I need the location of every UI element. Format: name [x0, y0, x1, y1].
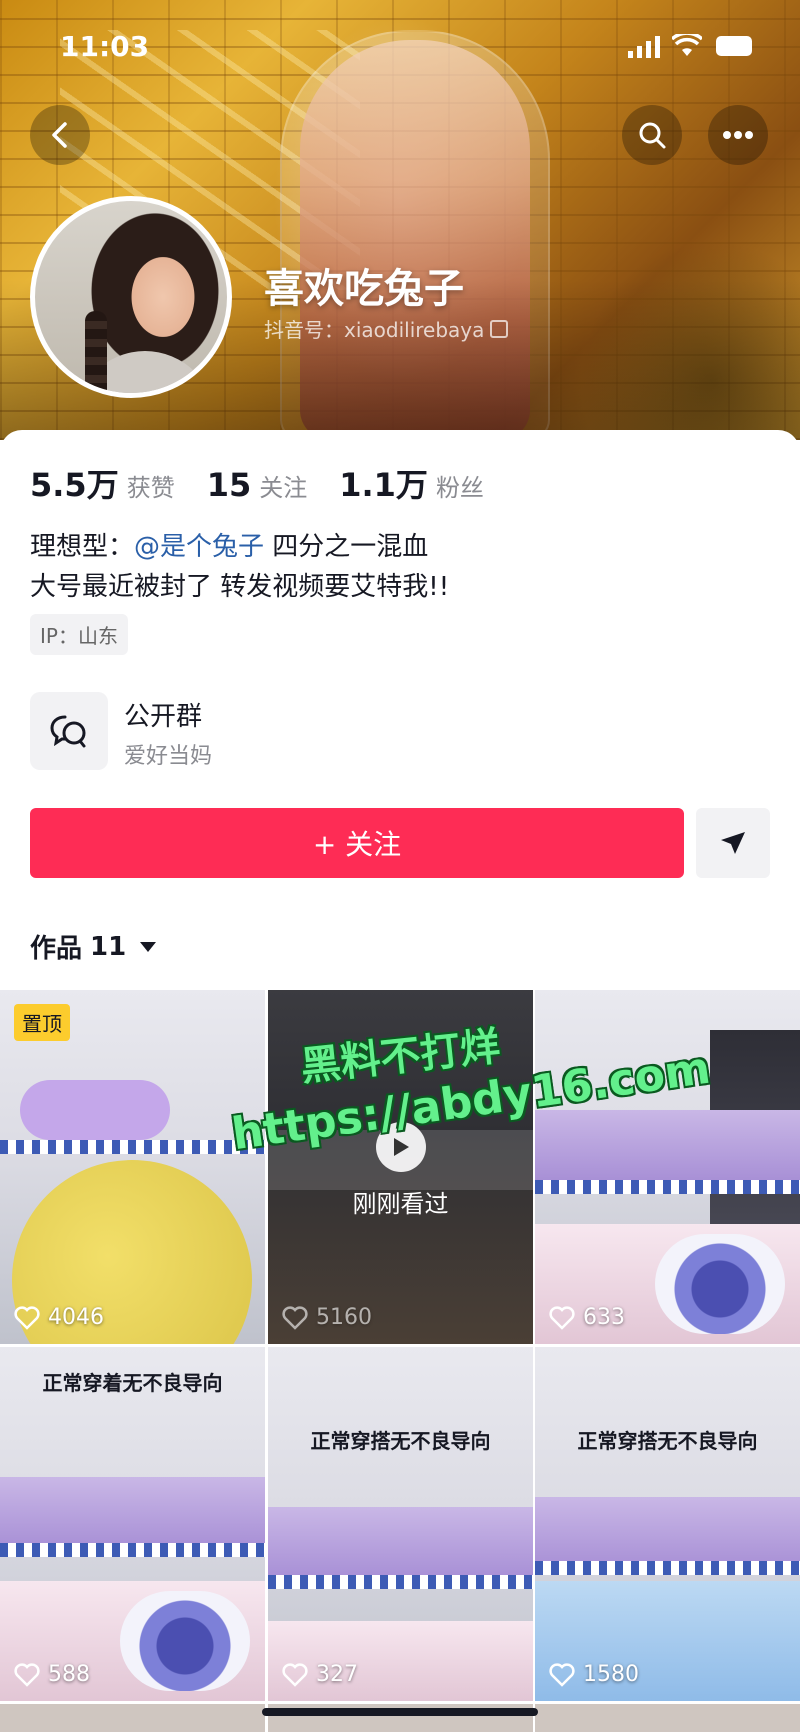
recently-viewed-label: 刚刚看过 [352, 1190, 449, 1218]
avatar-braid [85, 311, 107, 393]
video-likes: 327 [282, 1662, 358, 1687]
video-likes: 5160 [282, 1305, 372, 1330]
profile-id: 抖音号：xiaodilirebaya [264, 318, 485, 342]
share-button[interactable] [696, 808, 770, 878]
heart-icon [14, 1662, 40, 1687]
wifi-icon [672, 34, 702, 56]
profile-name: 喜欢吃兔子 [264, 266, 464, 312]
status-bar: 11:03 [0, 26, 800, 66]
stat-likes[interactable]: 5.5万 获赞 [30, 460, 175, 506]
more-dots-icon [723, 131, 753, 139]
stat-following[interactable]: 15 关注 [207, 466, 308, 504]
bio-prefix: 理想型： [30, 532, 135, 562]
signal-icon [628, 36, 660, 58]
video-likes: 4046 [14, 1305, 104, 1330]
status-time: 11:03 [60, 30, 150, 63]
bio-line-1: 理想型：@是个兔子 四分之一混血 [30, 526, 428, 563]
search-icon [639, 122, 666, 149]
video-likes-count: 633 [583, 1305, 625, 1330]
video-thumbnail[interactable]: 正常穿着无不良导向 588 [0, 1347, 265, 1701]
stat-likes-label: 获赞 [126, 474, 175, 502]
heart-icon [549, 1662, 575, 1687]
thumb-bed-rail [0, 1140, 265, 1154]
profile-page: 11:03 喜欢吃兔子 抖音号：xiaodilirebaya 5.5万 获赞 1… [0, 0, 800, 1732]
copy-icon[interactable] [490, 319, 509, 338]
profile-banner: 11:03 喜欢吃兔子 抖音号：xiaodilirebaya [0, 0, 800, 440]
thumb-bed [0, 1477, 265, 1547]
video-thumbnail-partial[interactable] [535, 1704, 800, 1732]
works-label: 作品 [30, 934, 83, 964]
send-icon [721, 832, 745, 854]
pinned-badge: 置顶 [14, 1004, 70, 1041]
bio-line-2: 大号最近被封了 转发视频要艾特我!! [30, 572, 450, 602]
video-likes-count: 588 [48, 1662, 90, 1687]
stat-followers[interactable]: 1.1万 粉丝 [339, 460, 484, 506]
follow-button[interactable]: + 关注 [30, 808, 684, 878]
chevron-left-icon [52, 122, 67, 148]
bio-mention-link[interactable]: @是个兔子 [134, 532, 264, 562]
works-count: 11 [90, 931, 127, 962]
group-title: 公开群 [124, 702, 203, 732]
works-tab[interactable]: 作品 11 [30, 928, 157, 965]
profile-id-row[interactable]: 抖音号：xiaodilirebaya [264, 314, 509, 343]
thumb-bed [535, 1110, 800, 1180]
video-thumbnail[interactable]: 正常穿搭无不良导向 1580 [535, 1347, 800, 1701]
more-button[interactable] [708, 105, 768, 165]
video-thumbnail[interactable]: 正常穿搭无不良导向 327 [268, 1347, 533, 1701]
thumb-anime-eye [120, 1591, 250, 1691]
stat-following-value: 15 [206, 466, 252, 504]
ip-location-tag: IP：山东 [30, 614, 128, 655]
video-likes-count: 4046 [48, 1305, 104, 1330]
stat-following-label: 关注 [259, 474, 308, 502]
heart-icon [549, 1305, 575, 1330]
thumb-bed-rail [0, 1543, 265, 1557]
thumb-bed [535, 1497, 800, 1567]
video-likes: 1580 [549, 1662, 639, 1687]
video-caption: 正常穿着无不良导向 [42, 1371, 223, 1395]
search-button[interactable] [622, 105, 682, 165]
group-chat-icon [30, 692, 108, 770]
video-likes-count: 327 [316, 1662, 358, 1687]
heart-icon [14, 1305, 40, 1330]
stat-followers-label: 粉丝 [435, 474, 484, 502]
battery-icon [716, 36, 752, 56]
video-caption: 正常穿搭无不良导向 [310, 1429, 491, 1453]
avatar[interactable] [30, 196, 232, 398]
heart-icon [282, 1305, 308, 1330]
video-likes-count: 5160 [316, 1305, 372, 1330]
thumb-bed-rail [268, 1575, 533, 1589]
video-likes: 588 [14, 1662, 90, 1687]
caret-down-icon [140, 941, 157, 952]
group-subtitle: 爱好当妈 [124, 744, 213, 769]
stat-followers-value: 1.1万 [339, 466, 428, 504]
group-chat-entry[interactable]: 公开群 爱好当妈 [30, 692, 770, 772]
bio-suffix: 四分之一混血 [264, 532, 429, 562]
thumb-bed [268, 1507, 533, 1577]
video-likes: 633 [549, 1305, 625, 1330]
thumb-anime-art [268, 1621, 533, 1701]
video-caption: 正常穿搭无不良导向 [577, 1429, 758, 1453]
back-button[interactable] [30, 105, 90, 165]
heart-icon [282, 1662, 308, 1687]
thumb-bed-rail [535, 1561, 800, 1575]
stat-likes-value: 5.5万 [30, 466, 119, 504]
video-thumbnail-partial[interactable] [0, 1704, 265, 1732]
home-indicator [262, 1708, 538, 1716]
thumb-anime-eye [655, 1234, 785, 1334]
thumb-bed-rail [535, 1180, 800, 1194]
video-likes-count: 1580 [583, 1662, 639, 1687]
stats-row: 5.5万 获赞 15 关注 1.1万 粉丝 [30, 460, 516, 506]
